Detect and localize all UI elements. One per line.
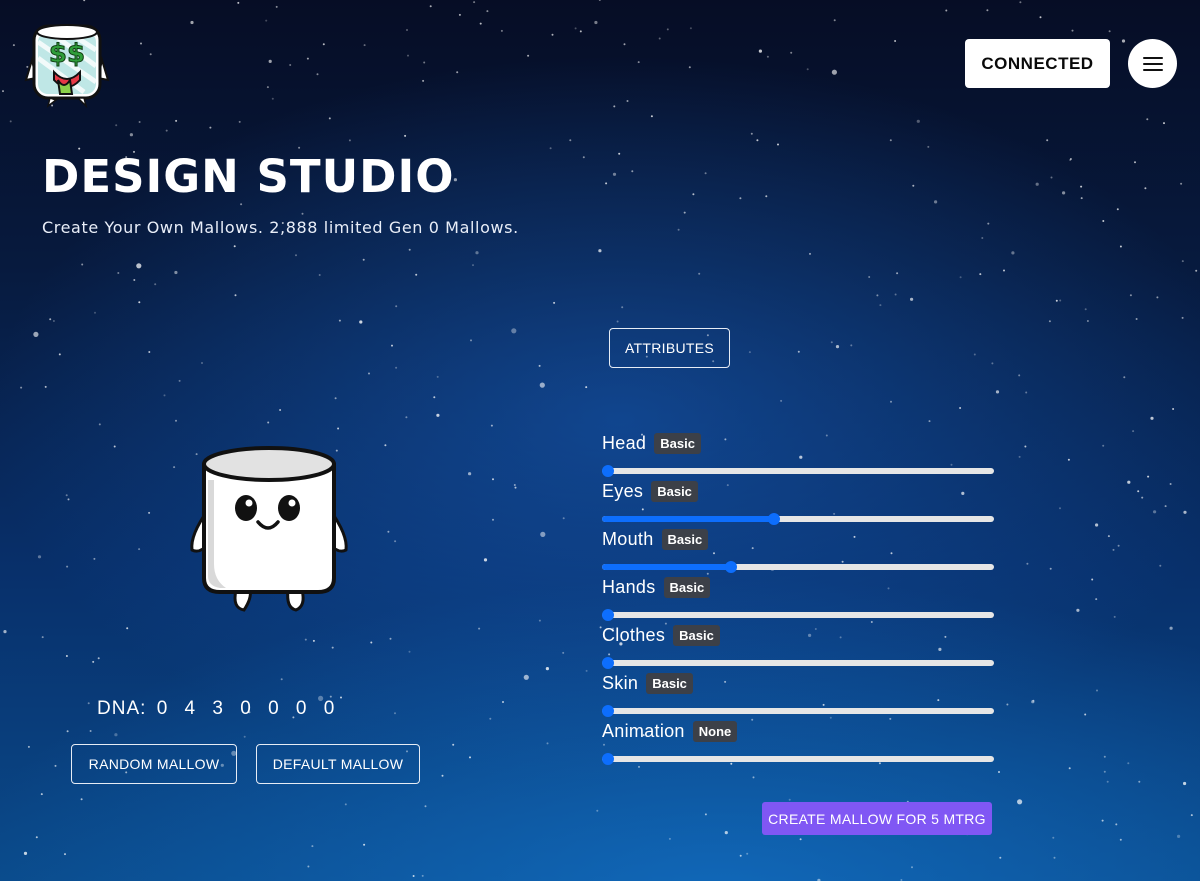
hamburger-menu-button[interactable] (1128, 39, 1177, 88)
attribute-value-badge: Basic (646, 672, 693, 694)
slider-thumb[interactable] (602, 753, 614, 765)
random-mallow-button[interactable]: RANDOM MALLOW (71, 744, 237, 784)
attribute-value-badge: Basic (663, 576, 711, 598)
dna-readout: DNA: 0 4 3 0 0 0 0 (97, 698, 340, 720)
attribute-name: Eyes (602, 480, 644, 501)
attribute-name: Animation (602, 720, 685, 741)
head-slider[interactable] (602, 465, 994, 477)
page-title: DESIGN STUDIO (42, 150, 455, 203)
connected-wallet-button[interactable]: CONNECTED (965, 39, 1110, 88)
attributes-button[interactable]: ATTRIBUTES (609, 328, 730, 368)
attribute-name: Clothes (602, 624, 666, 645)
page-subtitle: Create Your Own Mallows. 2,888 limited G… (42, 218, 519, 237)
app-logo[interactable]: $$ (24, 20, 110, 109)
create-mallow-button[interactable]: CREATE MALLOW FOR 5 MTRG (762, 802, 992, 835)
attribute-name: Mouth (602, 528, 654, 549)
dna-value: 0 4 3 0 0 0 0 (156, 698, 341, 719)
attribute-name: Head (602, 432, 647, 453)
mallow-character-image (190, 446, 348, 612)
attribute-row: Eyes Basic (602, 476, 994, 525)
attribute-value-badge: Basic (661, 528, 709, 550)
dna-label: DNA: (97, 698, 147, 719)
attribute-row: Mouth Basic (602, 524, 994, 573)
mouth-slider[interactable] (602, 561, 994, 573)
clothes-slider[interactable] (602, 657, 994, 669)
attribute-name: Hands (602, 576, 656, 597)
attribute-row: Skin Basic (602, 668, 994, 717)
skin-slider[interactable] (602, 705, 994, 717)
default-mallow-button[interactable]: DEFAULT MALLOW (256, 744, 420, 784)
attribute-value-badge: Basic (654, 432, 701, 454)
mallow-logo-icon: $$ (24, 24, 110, 109)
attributes-panel: Head Basic Eyes Basic Mouth Basic Hands … (602, 428, 994, 765)
attribute-row: Hands Basic (602, 572, 994, 621)
attribute-row: Clothes Basic (602, 620, 994, 669)
attribute-row: Head Basic (602, 428, 994, 477)
hands-slider[interactable] (602, 609, 994, 621)
attribute-value-badge: Basic (651, 480, 698, 502)
hamburger-menu-icon (1142, 56, 1163, 71)
attribute-value-badge: None (692, 720, 738, 742)
eyes-slider[interactable] (602, 513, 994, 525)
mallow-preview (186, 440, 352, 618)
attribute-row: Animation None (602, 716, 994, 765)
animation-slider[interactable] (602, 753, 994, 765)
svg-text:$$: $$ (49, 39, 85, 69)
attribute-name: Skin (602, 672, 639, 693)
attribute-value-badge: Basic (673, 624, 720, 646)
